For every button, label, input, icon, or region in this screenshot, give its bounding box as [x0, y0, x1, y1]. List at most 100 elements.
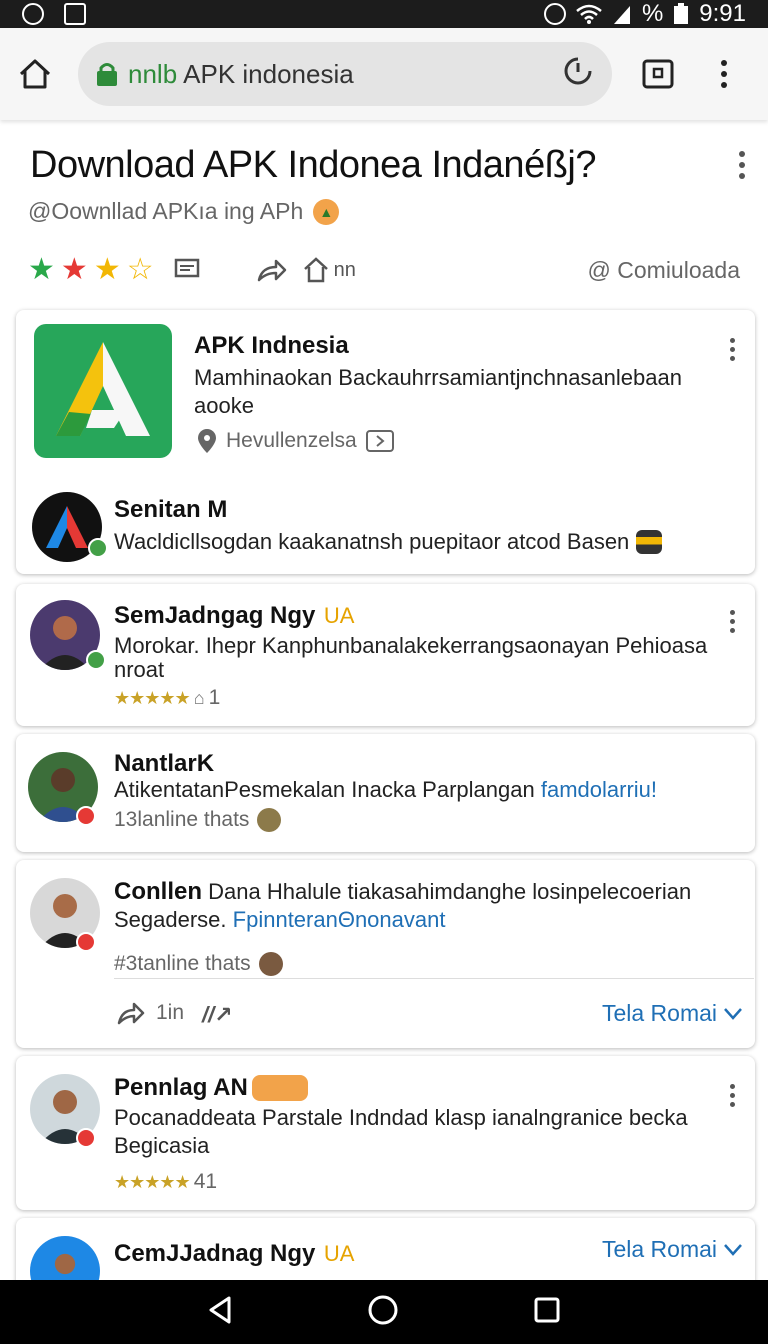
rating-count: 41 — [193, 1170, 218, 1193]
url-bar[interactable]: nnlb APK indonesia — [78, 42, 612, 106]
rating-count: 1 — [208, 686, 221, 709]
notification-icon — [64, 3, 86, 25]
share-button[interactable]: nn — [302, 256, 356, 284]
comment-card: Conllen Dana Hhalule tiakasahimdanghe lo… — [16, 860, 755, 1048]
expand-button[interactable]: Tela Romai — [602, 1000, 743, 1027]
app-location[interactable]: Hevullenzelsa — [196, 428, 395, 454]
browser-toolbar: nnlb APK indonesia — [0, 28, 768, 120]
comment-body: Conllen Dana Hhalule tiakasahimdanghe lo… — [114, 878, 734, 934]
download-link[interactable]: @ Comiuloada — [588, 257, 740, 284]
app-description: Mamhinaokan Backauhrrsamiantjnchnasanleb… — [194, 365, 682, 418]
url-secure-text: nnlb — [128, 58, 178, 89]
tree-badge-icon: ▲ — [313, 198, 340, 225]
reload-icon[interactable] — [562, 55, 594, 94]
mini-avatar — [257, 808, 282, 832]
share-icon[interactable] — [256, 257, 288, 283]
comment-header: SemJadngag Ngy UA — [114, 602, 354, 630]
reply-action[interactable]: 1in — [116, 1000, 184, 1026]
home-nav-icon[interactable] — [367, 1294, 399, 1331]
heart-badge — [76, 932, 96, 952]
mini-avatar — [258, 952, 283, 976]
comment-time: 13lanline thats — [114, 808, 250, 831]
comment-text-row: AtikentatanPesmekalan Inacka Parplangan … — [114, 776, 657, 804]
lock-icon — [97, 63, 117, 86]
location-text: Hevullenzelsa — [226, 429, 357, 452]
comment-more-icon[interactable] — [730, 610, 735, 633]
page-title: Download APK Indonea Indanéßj? — [30, 144, 596, 186]
emoji-icon — [636, 530, 662, 554]
sub-text: Wacldicllsogdan kaakanatnsh puepitaor at… — [114, 529, 630, 554]
comment-header: Pennlag AN — [114, 1074, 308, 1102]
app-name: APK Indnesia — [194, 332, 349, 359]
comment-author: NantlarK — [114, 750, 215, 777]
alarm-icon — [543, 3, 566, 25]
app-card: APK Indnesia Mamhinaokan Backauhrrsamian… — [16, 310, 755, 574]
reply-count: 1in — [156, 1001, 185, 1024]
comment-card: SemJadngag Ngy UA Morokar. Ihepr Kanphun… — [16, 584, 755, 726]
rating-stars: ★★★★★ — [114, 1171, 191, 1192]
star-outline-icon[interactable]: ☆ — [127, 255, 154, 285]
clock-time: 9:91 — [699, 0, 746, 27]
star-icon[interactable]: ★ — [28, 255, 55, 285]
heart-badge — [76, 1128, 96, 1148]
battery-percent: % — [641, 0, 664, 27]
rating-action-row: ★ ★ ★ ☆ nn @ Comiuloada — [28, 250, 740, 290]
thumb-icon[interactable]: ⌂ — [194, 688, 205, 709]
comment-time: #3tanline thats — [114, 952, 251, 975]
heart-badge — [76, 806, 96, 826]
system-nav-bar — [0, 1280, 768, 1344]
comment-meta: #3tanline thats — [114, 952, 283, 976]
verified-badge — [86, 650, 106, 670]
author-tag: UA — [323, 603, 355, 628]
comment-author: CemJJadnag Ngy — [114, 1240, 316, 1267]
expand-button[interactable]: Tela Romai — [602, 1236, 743, 1263]
comment-rating: ★★★★★ 41 — [114, 1170, 217, 1194]
divider — [114, 978, 754, 979]
tabs-icon[interactable] — [642, 59, 674, 89]
clock-alarm-icon — [22, 3, 44, 25]
wifi-icon — [576, 4, 602, 24]
comment-rating: ★★★★★ ⌂ 1 — [114, 686, 220, 710]
expand-label: Tela Romai — [601, 1000, 717, 1026]
avatar[interactable] — [30, 1236, 100, 1280]
comment-author: SemJadngag Ngy — [114, 602, 316, 629]
chevron-down-icon — [724, 1007, 742, 1020]
comment-link[interactable]: FpinnteranΘnonavant — [233, 907, 446, 932]
comment-card: CemJJadnag Ngy UA Tela Romai — [16, 1218, 755, 1280]
comment-header: CemJJadnag Ngy UA — [114, 1240, 354, 1268]
app-more-icon[interactable] — [730, 338, 735, 361]
comment-card: NantlarK AtikentatanPesmekalan Inacka Pa… — [16, 734, 755, 852]
open-arrow-icon — [365, 430, 394, 452]
rating-stars: ★★★★★ — [114, 687, 191, 708]
page-content: Download APK Indonea Indanéßj? @Oownllad… — [0, 120, 768, 1280]
app-logo — [34, 324, 172, 458]
back-icon[interactable] — [207, 1295, 233, 1330]
expand-label: Tela Romai — [601, 1236, 717, 1262]
comment-text: Morokar. Ihepr Kanphunbanalakekerrangsao… — [114, 633, 708, 682]
reply-icon — [117, 1002, 145, 1025]
battery-icon — [674, 3, 689, 24]
comment-text: AtikentatanPesmekalan Inacka Parplangan — [114, 777, 535, 802]
comment-author: Conllen — [114, 878, 202, 905]
online-badge — [88, 538, 108, 558]
home-icon[interactable] — [18, 58, 52, 90]
browser-menu-icon[interactable] — [720, 59, 728, 89]
recents-icon[interactable] — [533, 1296, 561, 1329]
flag-emoji-icon — [251, 1075, 308, 1101]
comment-text: Pocanaddeata Parstale Indndad klasp iana… — [114, 1105, 688, 1158]
share-icon[interactable]: //↗ — [202, 1002, 233, 1028]
chevron-down-icon — [724, 1243, 742, 1256]
comment-author: Pennlag AN — [114, 1074, 248, 1101]
page-subtitle: @Oownllad APKıa ing APh ▲ — [28, 198, 340, 225]
subtitle-text: @Oownllad APKıa ing APh — [28, 198, 304, 224]
share-label: nn — [333, 258, 356, 281]
star-icon[interactable]: ★ — [94, 255, 121, 285]
author-tag: UA — [323, 1241, 355, 1266]
star-icon[interactable]: ★ — [61, 255, 88, 285]
title-more-icon[interactable] — [738, 150, 746, 185]
url-text: APK indonesia — [183, 58, 354, 89]
location-pin-icon — [198, 429, 216, 453]
comment-icon[interactable] — [174, 258, 200, 282]
comment-card: Pennlag AN Pocanaddeata Parstale Indndad… — [16, 1056, 755, 1210]
comment-link[interactable]: famdolarriu! — [541, 777, 657, 802]
